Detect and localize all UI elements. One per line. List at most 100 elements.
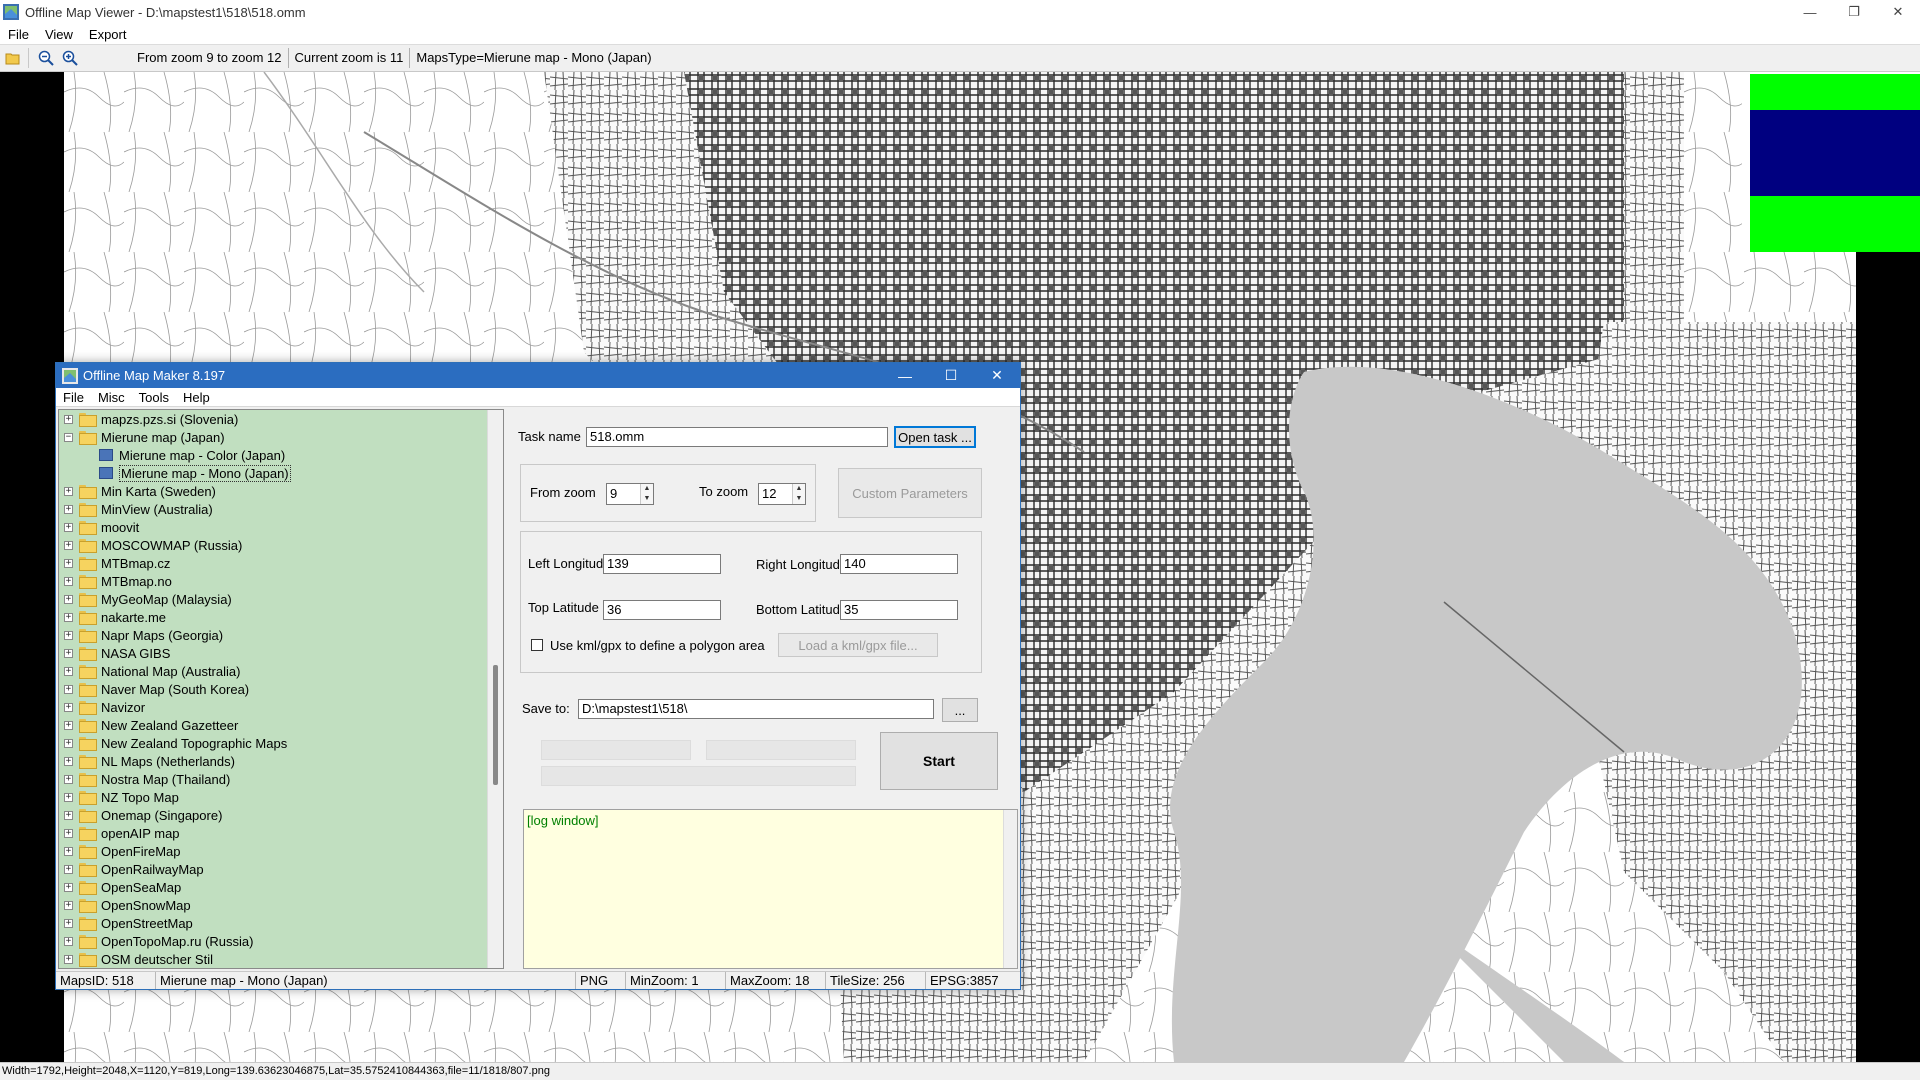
- expand-icon[interactable]: +: [64, 684, 73, 694]
- tree-folder-item[interactable]: + Napr Maps (Georgia): [59, 626, 503, 644]
- tree-folder-item[interactable]: + National Map (Australia): [59, 662, 503, 680]
- right-longitude-input[interactable]: 140: [840, 554, 958, 574]
- tree-folder-item[interactable]: − Mierune map (Japan): [59, 428, 503, 446]
- dialog-close-button[interactable]: ✕: [974, 363, 1020, 388]
- log-scrollbar[interactable]: [1003, 810, 1017, 968]
- browse-button[interactable]: ...: [942, 698, 978, 722]
- menu-file[interactable]: File: [0, 27, 37, 42]
- expand-icon[interactable]: +: [64, 936, 73, 946]
- tree-map-item[interactable]: Mierune map - Mono (Japan): [59, 464, 503, 482]
- tree-folder-item[interactable]: + Naver Map (South Korea): [59, 680, 503, 698]
- map-source-tree[interactable]: + mapzs.pzs.si (Slovenia) − Mierune map (Ja…: [58, 409, 504, 969]
- close-button[interactable]: ✕: [1876, 0, 1920, 24]
- expand-icon[interactable]: +: [64, 738, 73, 748]
- menu-view[interactable]: View: [37, 27, 81, 42]
- load-kml-button[interactable]: Load a kml/gpx file...: [778, 633, 938, 657]
- save-to-input[interactable]: D:\mapstest1\518\: [578, 699, 934, 719]
- tree-folder-item[interactable]: + New Zealand Gazetteer: [59, 716, 503, 734]
- expand-icon[interactable]: +: [64, 612, 73, 622]
- custom-parameters-button[interactable]: Custom Parameters: [838, 468, 982, 518]
- tree-folder-item[interactable]: + mapzs.pzs.si (Slovenia): [59, 410, 503, 428]
- tree-folder-item[interactable]: + NL Maps (Netherlands): [59, 752, 503, 770]
- expand-icon[interactable]: +: [64, 504, 73, 514]
- tree-folder-item[interactable]: + NZ Topo Map: [59, 788, 503, 806]
- tree-item-label: OpenSnowMap: [101, 897, 191, 913]
- tree-map-item[interactable]: Mierune map - Color (Japan): [59, 446, 503, 464]
- expand-icon[interactable]: +: [64, 810, 73, 820]
- expand-icon[interactable]: +: [64, 648, 73, 658]
- restore-button[interactable]: ❐: [1832, 0, 1876, 24]
- tree-item-label: MOSCOWMAP (Russia): [101, 537, 243, 553]
- tree-folder-item[interactable]: + MinView (Australia): [59, 500, 503, 518]
- task-name-input[interactable]: 518.omm: [586, 427, 888, 447]
- tree-folder-item[interactable]: + OpenTopoMap.ru (Russia): [59, 932, 503, 950]
- expand-icon[interactable]: +: [64, 918, 73, 928]
- expand-icon[interactable]: +: [64, 846, 73, 856]
- kml-polygon-checkbox[interactable]: [531, 639, 543, 651]
- zoom-in-icon[interactable]: [59, 47, 81, 69]
- expand-icon[interactable]: +: [64, 702, 73, 712]
- tree-folder-item[interactable]: + Min Karta (Sweden): [59, 482, 503, 500]
- tree-folder-item[interactable]: + Onemap (Singapore): [59, 806, 503, 824]
- expand-icon[interactable]: +: [64, 558, 73, 568]
- expand-icon[interactable]: +: [64, 414, 73, 424]
- tree-folder-item[interactable]: + Navizor: [59, 698, 503, 716]
- tree-folder-item[interactable]: + openAIP map: [59, 824, 503, 842]
- tree-folder-item[interactable]: + OpenSeaMap: [59, 878, 503, 896]
- collapse-icon[interactable]: −: [64, 432, 73, 442]
- top-latitude-input[interactable]: 36: [603, 600, 721, 620]
- tree-folder-item[interactable]: + NASA GIBS: [59, 644, 503, 662]
- start-button[interactable]: Start: [880, 732, 998, 790]
- tree-folder-item[interactable]: + New Zealand Topographic Maps: [59, 734, 503, 752]
- expand-icon[interactable]: +: [64, 828, 73, 838]
- tree-folder-item[interactable]: + OSM deutscher Stil: [59, 950, 503, 968]
- tree-folder-item[interactable]: + MTBmap.cz: [59, 554, 503, 572]
- dialog-menu-misc[interactable]: Misc: [91, 390, 132, 405]
- tree-folder-item[interactable]: + moovit: [59, 518, 503, 536]
- expand-icon[interactable]: +: [64, 864, 73, 874]
- open-task-button[interactable]: Open task ...: [894, 426, 976, 448]
- expand-icon[interactable]: +: [64, 486, 73, 496]
- menu-export[interactable]: Export: [81, 27, 135, 42]
- tree-folder-item[interactable]: + OpenFireMap: [59, 842, 503, 860]
- expand-icon[interactable]: +: [64, 720, 73, 730]
- tree-folder-item[interactable]: + MOSCOWMAP (Russia): [59, 536, 503, 554]
- tree-folder-item[interactable]: + nakarte.me: [59, 608, 503, 626]
- tree-folder-item[interactable]: + MyGeoMap (Malaysia): [59, 590, 503, 608]
- log-window[interactable]: [log window]: [523, 809, 1018, 969]
- expand-icon[interactable]: +: [64, 756, 73, 766]
- overview-map[interactable]: [1742, 72, 1920, 252]
- expand-icon[interactable]: +: [64, 774, 73, 784]
- from-zoom-spinner[interactable]: 9 ▲ ▼: [606, 483, 654, 505]
- expand-icon[interactable]: +: [64, 630, 73, 640]
- to-zoom-spinner[interactable]: 12 ▲ ▼: [758, 483, 806, 505]
- tree-scrollbar[interactable]: [487, 410, 503, 968]
- dialog-minimize-button[interactable]: —: [882, 363, 928, 388]
- expand-icon[interactable]: +: [64, 882, 73, 892]
- tree-folder-item[interactable]: + MTBmap.no: [59, 572, 503, 590]
- expand-icon[interactable]: +: [64, 954, 73, 964]
- tree-folder-item[interactable]: + Nostra Map (Thailand): [59, 770, 503, 788]
- dialog-menu-file[interactable]: File: [56, 390, 91, 405]
- bottom-latitude-input[interactable]: 35: [840, 600, 958, 620]
- tree-folder-item[interactable]: + OpenStreetMap: [59, 914, 503, 932]
- to-zoom-arrows-icon[interactable]: ▲ ▼: [792, 484, 805, 504]
- expand-icon[interactable]: +: [64, 540, 73, 550]
- tree-folder-item[interactable]: + OpenRailwayMap: [59, 860, 503, 878]
- expand-icon[interactable]: +: [64, 594, 73, 604]
- dialog-menu-tools[interactable]: Tools: [132, 390, 176, 405]
- expand-icon[interactable]: +: [64, 900, 73, 910]
- expand-icon[interactable]: +: [64, 576, 73, 586]
- from-zoom-arrows-icon[interactable]: ▲ ▼: [640, 484, 653, 504]
- left-longitude-input[interactable]: 139: [603, 554, 721, 574]
- open-folder-icon[interactable]: [2, 47, 24, 69]
- expand-icon[interactable]: +: [64, 666, 73, 676]
- tree-scrollbar-thumb[interactable]: [493, 665, 498, 785]
- zoom-out-icon[interactable]: [35, 47, 57, 69]
- expand-icon[interactable]: +: [64, 792, 73, 802]
- dialog-maximize-button[interactable]: ☐: [928, 363, 974, 388]
- tree-folder-item[interactable]: + OpenSnowMap: [59, 896, 503, 914]
- dialog-menu-help[interactable]: Help: [176, 390, 217, 405]
- minimize-button[interactable]: —: [1788, 0, 1832, 24]
- expand-icon[interactable]: +: [64, 522, 73, 532]
